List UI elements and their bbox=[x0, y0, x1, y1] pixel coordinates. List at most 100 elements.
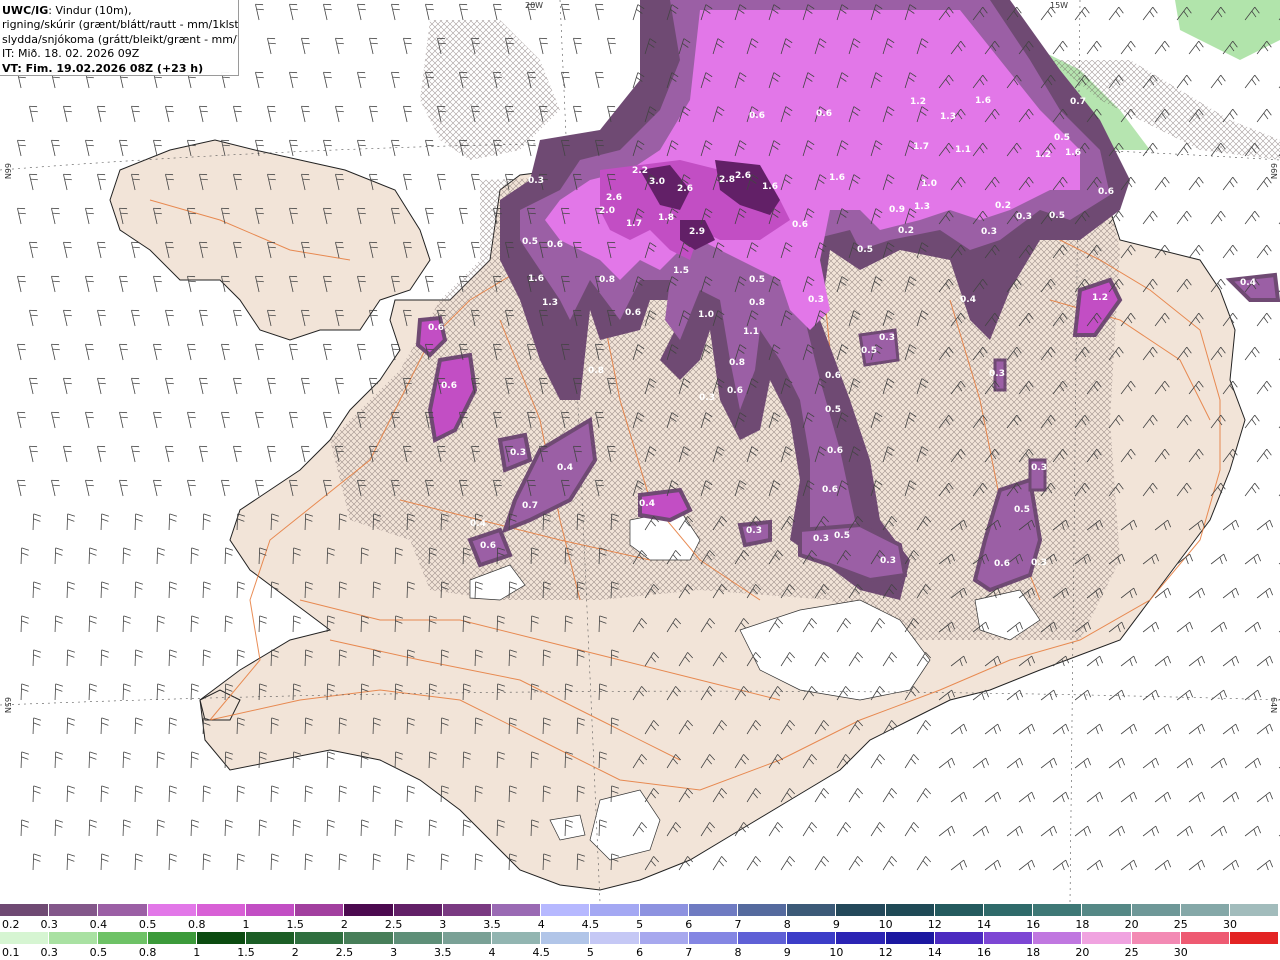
legend-label: 16 bbox=[1026, 918, 1041, 931]
precip-value-label: 0.4 bbox=[639, 499, 655, 509]
lon-label-15w: 15W bbox=[1050, 1, 1069, 10]
precip-value-label: 2.6 bbox=[677, 184, 693, 194]
legend-swatch bbox=[688, 904, 738, 916]
legend-label: 18 bbox=[1026, 946, 1041, 959]
precip-value-label: 0.7 bbox=[522, 501, 538, 511]
legend-label: 8 bbox=[734, 946, 742, 959]
precip-value-label: 0.6 bbox=[727, 386, 743, 396]
precip-value-label: 0.3 bbox=[981, 227, 997, 237]
legend-label: 0.8 bbox=[138, 946, 157, 959]
legend-swatch bbox=[196, 904, 246, 916]
legend-swatch bbox=[787, 904, 837, 916]
legend-swatch bbox=[1131, 904, 1181, 916]
legend-label: 14 bbox=[977, 918, 991, 931]
precip-value-label: 0.6 bbox=[441, 381, 457, 391]
legend-swatch bbox=[1180, 932, 1230, 944]
legend-label: 10 bbox=[829, 946, 844, 959]
precip-value-label: 1.5 bbox=[673, 266, 689, 276]
precip-value-label: 1.2 bbox=[1035, 150, 1051, 160]
legend-swatch bbox=[1033, 932, 1083, 944]
precip-value-label: 0.3 bbox=[1031, 463, 1047, 473]
precip-value-label: 0.8 bbox=[749, 298, 765, 308]
legend-label: 5 bbox=[586, 946, 594, 959]
precip-value-label: 1.6 bbox=[975, 96, 991, 106]
precip-value-label: 3.0 bbox=[649, 177, 665, 187]
precip-value-label: 1.3 bbox=[914, 202, 930, 212]
legend-label: 25 bbox=[1173, 918, 1188, 931]
legend-label: 1 bbox=[242, 918, 250, 931]
legend-label: 30 bbox=[1173, 946, 1188, 959]
precip-value-label: 1.0 bbox=[921, 179, 937, 189]
legend-swatch bbox=[246, 932, 296, 944]
precip-value-label: 0.5 bbox=[825, 405, 841, 415]
precip-value-label: 2.9 bbox=[689, 227, 705, 237]
precip-value-label: 0.5 bbox=[861, 346, 877, 356]
precip-value-label: 1.6 bbox=[829, 173, 845, 183]
precip-value-label: 0.2 bbox=[995, 201, 1011, 211]
precip-value-label: 2.6 bbox=[606, 193, 622, 203]
precip-value-label: 0.3 bbox=[808, 295, 824, 305]
weather-map[interactable]: 0.32.23.02.62.62.8 2.61.62.01.71.82.91.61… bbox=[0, 0, 1280, 902]
precip-value-label: 0.5 bbox=[857, 245, 873, 255]
precip-value-label: 2.8 bbox=[719, 175, 735, 185]
legend-label: 9 bbox=[783, 946, 791, 959]
legend-swatch bbox=[836, 932, 886, 944]
legend-swatch bbox=[196, 932, 246, 944]
precip-value-label: 1.7 bbox=[913, 142, 929, 152]
precip-value-label: 2.0 bbox=[599, 206, 615, 216]
legend-label: 12 bbox=[927, 918, 942, 931]
legend-swatch bbox=[1230, 932, 1280, 944]
precip-value-label: 1.6 bbox=[762, 182, 778, 192]
legend-swatch bbox=[295, 904, 345, 916]
precip-value-label: 1.7 bbox=[626, 219, 642, 229]
precip-value-label: 0.6 bbox=[994, 559, 1010, 569]
precip-value-label: 0.5 bbox=[1049, 211, 1065, 221]
legend-label: 6 bbox=[636, 946, 644, 959]
legend-label: 2.5 bbox=[384, 918, 403, 931]
legend-label: 3 bbox=[439, 918, 447, 931]
precip-value-label: 0.7 bbox=[1070, 97, 1086, 107]
precip-value-label: 0.6 bbox=[547, 240, 563, 250]
precip-value-label: 0.5 bbox=[1014, 505, 1030, 515]
legend-swatch bbox=[934, 904, 984, 916]
legend-swatch bbox=[1082, 932, 1132, 944]
legend-swatch bbox=[541, 932, 591, 944]
model-name: UWC/IG bbox=[2, 4, 49, 17]
precip-value-label: 2.6 bbox=[735, 171, 751, 181]
precip-value-label: 0.3 bbox=[813, 534, 829, 544]
description-snow: slydda/snjókoma (grátt/bleikt/grænt - mm… bbox=[2, 32, 238, 46]
precip-value-label: 0.8 bbox=[588, 366, 604, 376]
legend-swatch bbox=[492, 904, 542, 916]
legend-label: 20 bbox=[1124, 918, 1139, 931]
precip-value-label: 1.6 bbox=[1065, 148, 1081, 158]
legend-swatch bbox=[984, 904, 1034, 916]
legend-label: 0.4 bbox=[89, 918, 108, 931]
legend-swatch bbox=[0, 932, 50, 944]
legend-label: 1.5 bbox=[237, 946, 255, 959]
legend-label: 0.8 bbox=[188, 918, 206, 931]
legend-swatch bbox=[738, 932, 788, 944]
precip-value-label: 0.3 bbox=[880, 556, 896, 566]
precip-value-label: 0.3 bbox=[699, 393, 715, 403]
precip-value-label: 0.6 bbox=[749, 111, 765, 121]
legend-swatch bbox=[1131, 932, 1181, 944]
title-text: : Vindur (10m), bbox=[48, 4, 132, 17]
precip-value-label: 0.6 bbox=[792, 220, 808, 230]
legend-label: 5 bbox=[636, 918, 644, 931]
lat-label-right-66n: 66N bbox=[1269, 163, 1278, 180]
precip-value-label: 0.6 bbox=[625, 308, 641, 318]
precip-value-label: 0.3 bbox=[1016, 212, 1032, 222]
legend-label: 4.5 bbox=[532, 946, 550, 959]
legend-label: 4.5 bbox=[581, 918, 600, 931]
legend-swatch bbox=[147, 904, 197, 916]
precip-value-label: 0.4 bbox=[960, 295, 976, 305]
legend-swatch bbox=[885, 904, 935, 916]
description-rain: rigning/skúrir (grænt/blátt/rautt - mm/1… bbox=[2, 18, 238, 32]
legend-label: 3.5 bbox=[434, 946, 452, 959]
precip-value-label: 0.8 bbox=[729, 358, 745, 368]
legend-swatch bbox=[836, 904, 886, 916]
legend-label: 18 bbox=[1075, 918, 1090, 931]
precip-value-label: 0.6 bbox=[816, 109, 832, 119]
legend-swatch bbox=[738, 904, 788, 916]
legend-label: 12 bbox=[878, 946, 893, 959]
